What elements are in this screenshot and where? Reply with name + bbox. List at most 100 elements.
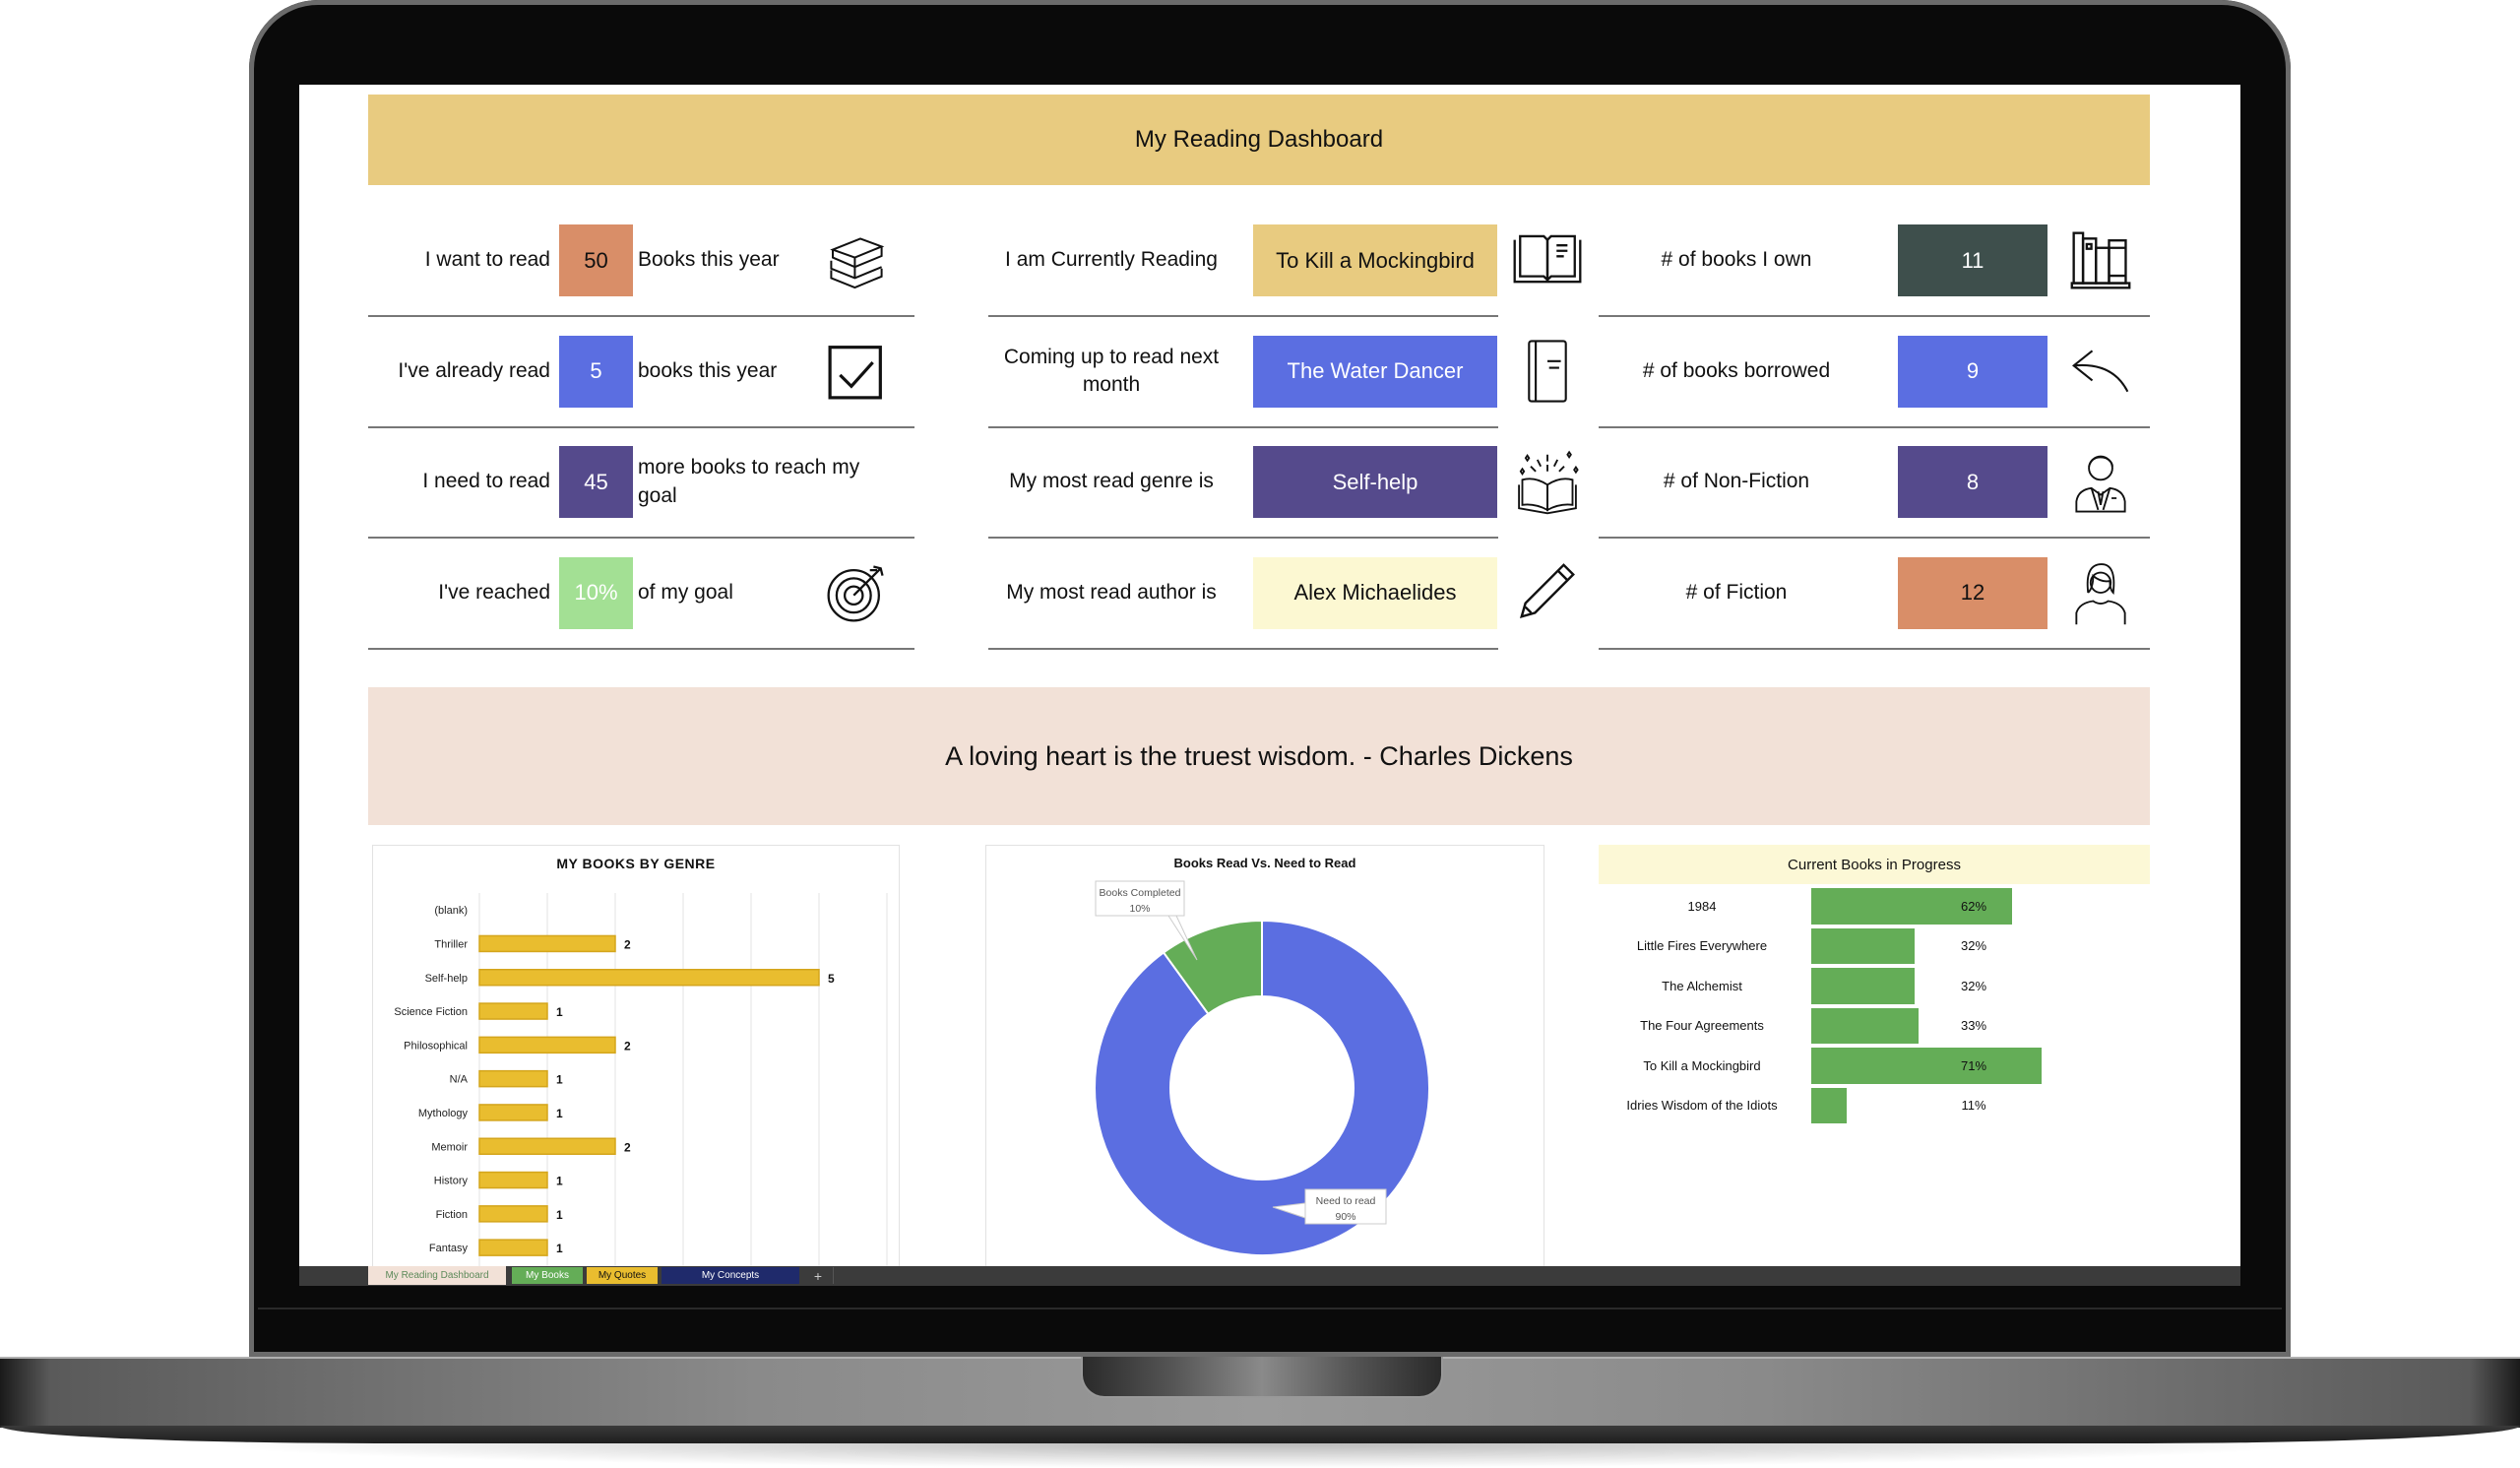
category-label: Philosophical [404,1040,468,1052]
row-divider [368,315,914,317]
bookshelf-icon [2068,226,2133,293]
count-label: # of books I own [1661,248,1812,272]
reading-label: My most read genre is [1009,470,1214,493]
row-divider [1599,315,2150,317]
magic-book-icon [1511,448,1584,515]
row-divider [368,537,914,539]
spreadsheet-screen: My Reading Dashboard I want to read 50 Boo… [299,85,2240,1286]
goal-value[interactable]: 10% [559,556,633,629]
genre-bar[interactable] [478,1239,548,1256]
genre-bar[interactable] [478,1002,548,1020]
sheet-tab[interactable]: My Reading Dashboard [368,1266,506,1285]
bar-value-label: 1 [556,1107,563,1120]
progress-book-title: The Alchemist [1662,978,1742,993]
count-label: # of Fiction [1685,580,1788,604]
row-divider [988,315,1498,317]
bar-value-label: 5 [828,972,835,986]
bar-value-label: 1 [556,1242,563,1255]
genre-bar[interactable] [478,969,820,987]
progress-title: Current Books in Progress [1599,845,2150,884]
reading-value[interactable]: To Kill a Mockingbird [1253,224,1497,296]
bar-value-label: 2 [624,1039,631,1053]
businessman-icon [2068,448,2133,515]
goal-label: I need to read [422,470,550,493]
count-value[interactable]: 8 [1898,446,2048,518]
progress-percent: 71% [1960,1057,1987,1073]
genre-bar[interactable] [478,934,616,953]
goal-label: I've already read [398,358,550,382]
genre-bar[interactable] [478,1171,548,1189]
reading-label: My most read author is [1006,580,1217,604]
genre-bar[interactable] [478,1036,616,1054]
category-label: Self-help [425,973,468,985]
bar-value-label: 2 [624,937,631,951]
count-value[interactable]: 9 [1898,335,2048,408]
count-label: # of Non-Fiction [1663,470,1810,493]
reading-value[interactable]: Self-help [1253,446,1497,518]
category-label: (blank) [434,905,468,917]
genre-bar[interactable] [478,1104,548,1121]
bar-value-label: 1 [556,1175,563,1188]
progress-book-title: To Kill a Mockingbird [1643,1057,1761,1073]
goal-suffix: more books to reach my goal [638,456,860,507]
progress-percent: 33% [1960,1018,1987,1034]
quote-text: A loving heart is the truest wisdom. - C… [945,740,1573,771]
category-label: History [434,1176,469,1187]
reading-value[interactable]: The Water Dancer [1253,335,1497,408]
progress-book-title: 1984 [1687,898,1717,914]
genre-bar[interactable] [478,1069,548,1088]
progress-percent: 32% [1960,978,1987,993]
reading-value[interactable]: Alex Michaelides [1253,556,1497,629]
bar-value-label: 2 [624,1140,631,1154]
row-divider [368,647,914,650]
progress-book-title: Little Fires Everywhere [1636,938,1768,954]
open-book-icon [1511,226,1584,293]
callout-label: Books Completed [1100,887,1181,899]
row-divider [1599,425,2150,428]
bezel-line [258,1308,2282,1309]
count-value[interactable]: 11 [1898,224,2048,296]
category-label: Memoir [431,1141,468,1153]
count-value[interactable]: 12 [1898,556,2048,629]
progress-book-title: The Four Agreements [1640,1018,1764,1034]
row-divider [988,537,1498,539]
progress-bar [1811,968,1916,1004]
progress-percent: 11% [1961,1098,1986,1114]
category-label: Thriller [434,938,468,950]
progress-bar [1811,927,1916,964]
bar-value-label: 1 [556,1005,563,1019]
goal-value[interactable]: 50 [559,224,633,296]
donut-chart-plot: Books Completed 10% Need to read 90% [1094,880,1430,1256]
progress-percent: 32% [1960,938,1987,954]
sheet-tab[interactable]: My Books [512,1267,583,1284]
genre-bar[interactable] [478,1205,548,1223]
return-arrow-icon [2068,338,2133,405]
genre-chart[interactable]: MY BOOKS BY GENRE 0123456(blank)Thriller… [372,845,900,1268]
category-label: N/A [450,1074,469,1086]
category-label: Fantasy [429,1243,469,1254]
reading-label: Coming up to read next month [1003,345,1220,396]
progress-bar [1811,1007,1919,1044]
goal-value[interactable]: 45 [559,446,633,518]
target-icon [825,561,888,624]
quote-banner: A loving heart is the truest wisdom. - C… [368,687,2150,825]
callout-label: Need to read [1316,1195,1376,1207]
add-sheet-button[interactable]: + [803,1267,834,1284]
category-label: Mythology [418,1108,469,1119]
sheet-tab[interactable]: My Quotes [587,1267,658,1284]
goal-label: I've reached [438,580,550,604]
donut-chart[interactable]: Books Read Vs. Need to Read Books Comple… [985,845,1544,1268]
genre-chart-plot: 0123456(blank)Thriller2Self-help5Science… [394,893,888,1267]
laptop-base-bottom [0,1426,2520,1443]
row-divider [988,425,1498,428]
genre-bar[interactable] [478,1137,616,1155]
row-divider [1599,537,2150,539]
reading-label: I am Currently Reading [1005,248,1218,272]
pencil-icon [1511,559,1584,626]
goal-value[interactable]: 5 [559,335,633,408]
row-divider [368,425,914,428]
count-label: # of books borrowed [1642,358,1831,382]
checkbox-checked-icon [825,340,888,403]
sheet-tab[interactable]: My Concepts [662,1267,799,1284]
closed-book-icon [1511,338,1584,405]
